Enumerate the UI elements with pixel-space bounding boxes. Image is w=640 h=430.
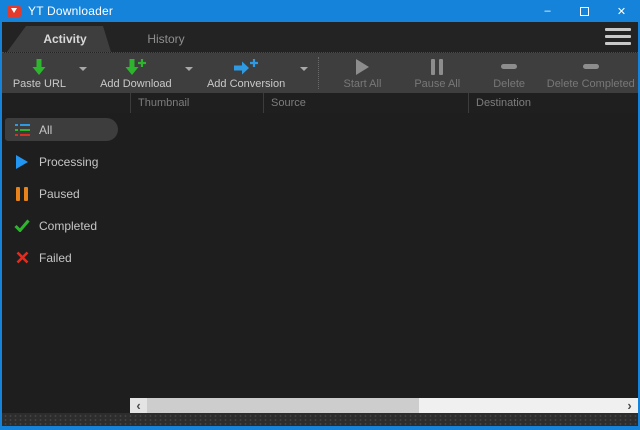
maximize-icon: [580, 7, 589, 16]
horizontal-scrollbar[interactable]: ‹ ›: [130, 398, 638, 413]
scrollbar-thumb[interactable]: [147, 398, 419, 413]
sidebar-item-label: Processing: [39, 155, 98, 169]
tab-strip: Activity History: [2, 22, 638, 53]
add-conversion-dropdown[interactable]: [295, 53, 312, 93]
paste-url-dropdown[interactable]: [75, 53, 92, 93]
delete-button[interactable]: Delete: [475, 53, 544, 93]
chevron-down-icon: [185, 67, 193, 71]
add-conversion-button[interactable]: Add Conversion: [197, 53, 295, 93]
toolbar-separator: [318, 57, 319, 89]
column-header-source[interactable]: Source: [263, 93, 468, 113]
table-header: Thumbnail Source Destination: [2, 93, 638, 113]
delete-icon: [501, 57, 517, 77]
download-list-area: All Processing Paused Completed: [2, 113, 638, 413]
start-all-icon: [355, 57, 370, 77]
chevron-down-icon: [79, 67, 87, 71]
add-download-dropdown[interactable]: [180, 53, 197, 93]
window-title: YT Downloader: [28, 4, 113, 18]
tab-activity[interactable]: Activity: [7, 26, 111, 52]
maximize-button[interactable]: [566, 0, 603, 22]
toolbar: Paste URL Add Download: [2, 53, 638, 93]
status-bar: [2, 413, 638, 426]
start-all-button[interactable]: Start All: [325, 53, 400, 93]
app-window: YT Downloader – ✕ Activity History Paste…: [0, 0, 640, 430]
paste-url-icon: [31, 57, 47, 77]
close-button[interactable]: ✕: [603, 0, 640, 22]
sidebar-item-label: Paused: [39, 187, 80, 201]
x-icon: [14, 251, 30, 265]
tab-history[interactable]: History: [114, 26, 218, 52]
scroll-right-icon[interactable]: ›: [621, 398, 638, 413]
delete-completed-button[interactable]: Delete Completed: [544, 53, 638, 93]
add-download-button[interactable]: Add Download: [92, 53, 181, 93]
add-conversion-icon: [233, 57, 259, 77]
scroll-left-icon[interactable]: ‹: [130, 398, 147, 413]
pause-icon: [14, 187, 30, 201]
sidebar-item-completed[interactable]: Completed: [5, 214, 125, 237]
sidebar-item-label: Completed: [39, 219, 97, 233]
sidebar-item-all[interactable]: All: [5, 118, 118, 141]
app-logo-icon: [7, 6, 21, 17]
sidebar-item-processing[interactable]: Processing: [5, 150, 125, 173]
delete-completed-icon: [583, 57, 599, 77]
play-icon: [14, 155, 30, 169]
pause-all-button[interactable]: Pause All: [400, 53, 475, 93]
all-list-icon: [14, 123, 30, 137]
minimize-button[interactable]: –: [529, 0, 566, 22]
sidebar-item-label: All: [39, 123, 52, 137]
check-icon: [14, 219, 30, 233]
pause-all-icon: [431, 57, 444, 77]
paste-url-button[interactable]: Paste URL: [4, 53, 75, 93]
sidebar-item-label: Failed: [39, 251, 72, 265]
title-bar: YT Downloader – ✕: [0, 0, 640, 22]
window-body: Activity History Paste URL: [2, 22, 638, 426]
chevron-down-icon: [300, 67, 308, 71]
add-download-icon: [125, 57, 147, 77]
menu-hamburger-icon[interactable]: [605, 28, 631, 45]
column-header-thumbnail[interactable]: Thumbnail: [130, 93, 263, 113]
window-controls: – ✕: [529, 0, 640, 22]
sidebar-item-paused[interactable]: Paused: [5, 182, 125, 205]
column-header-destination[interactable]: Destination: [468, 93, 638, 113]
sidebar-item-failed[interactable]: Failed: [5, 246, 125, 269]
